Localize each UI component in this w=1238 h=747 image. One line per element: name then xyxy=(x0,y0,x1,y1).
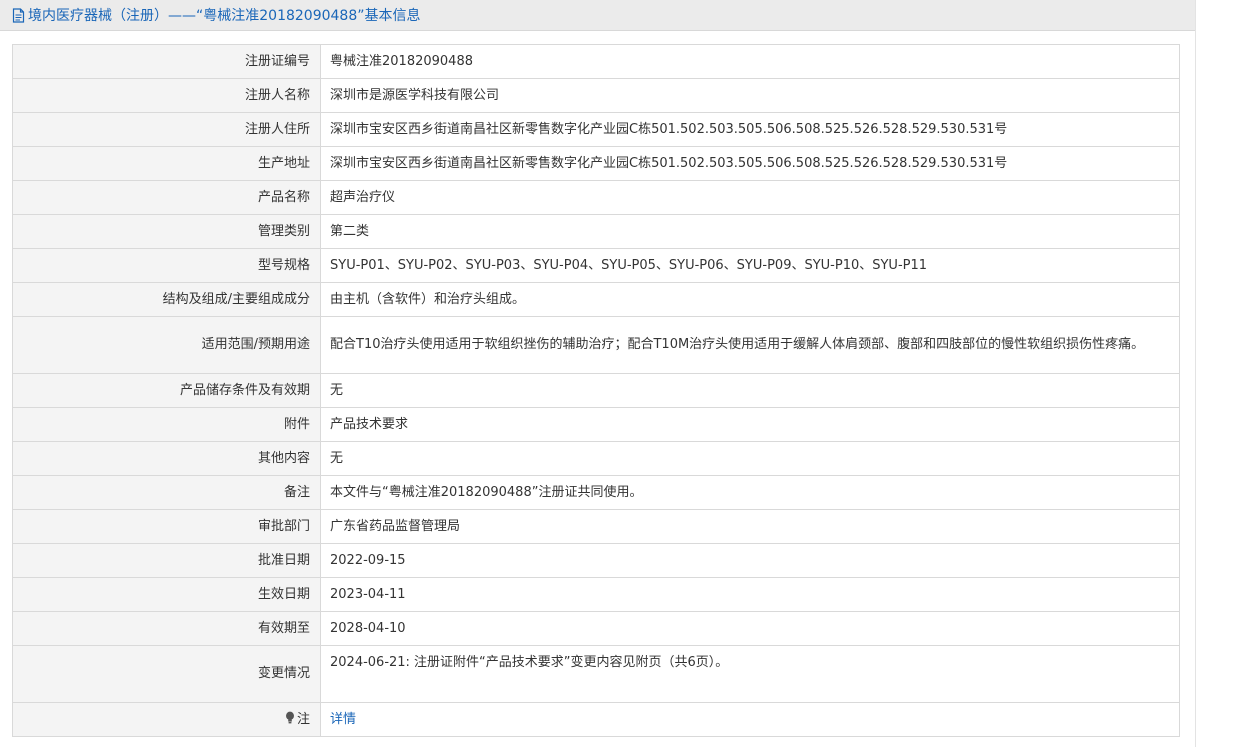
row-value: 产品技术要求 xyxy=(320,407,1180,442)
table-row: 批准日期 2022-09-15 xyxy=(12,543,1180,578)
table-row: 结构及组成/主要组成成分 由主机（含软件）和治疗头组成。 xyxy=(12,282,1180,317)
title-bar: 境内医疗器械（注册）——“粤械注准20182090488”基本信息 xyxy=(0,0,1195,31)
row-label: 管理类别 xyxy=(12,214,321,249)
row-label: 批准日期 xyxy=(12,543,321,578)
note-label-cell: 注 xyxy=(12,702,321,737)
table-row: 产品储存条件及有效期 无 xyxy=(12,373,1180,408)
table-row: 其他内容 无 xyxy=(12,441,1180,476)
row-label: 其他内容 xyxy=(12,441,321,476)
page: 境内医疗器械（注册）——“粤械注准20182090488”基本信息 注册证编号 … xyxy=(0,0,1238,747)
row-label: 生产地址 xyxy=(12,146,321,181)
row-value: 配合T10治疗头使用适用于软组织挫伤的辅助治疗；配合T10M治疗头使用适用于缓解… xyxy=(320,316,1180,374)
row-value: 2023-04-11 xyxy=(320,577,1180,612)
row-value: 2024-06-21: 注册证附件“产品技术要求”变更内容见附页（共6页）。 xyxy=(320,645,1180,703)
table-row: 注册证编号 粤械注准20182090488 xyxy=(12,44,1180,79)
table-row: 备注 本文件与“粤械注准20182090488”注册证共同使用。 xyxy=(12,475,1180,510)
note-value-cell: 详情 xyxy=(320,702,1180,737)
row-label: 注册人名称 xyxy=(12,78,321,113)
row-value: 深圳市宝安区西乡街道南昌社区新零售数字化产业园C栋501.502.503.505… xyxy=(320,112,1180,147)
table-row: 注册人名称 深圳市是源医学科技有限公司 xyxy=(12,78,1180,113)
row-label: 变更情况 xyxy=(12,645,321,703)
info-table: 注册证编号 粤械注准20182090488 注册人名称 深圳市是源医学科技有限公… xyxy=(12,44,1180,737)
row-label: 备注 xyxy=(12,475,321,510)
row-value: 第二类 xyxy=(320,214,1180,249)
details-link[interactable]: 详情 xyxy=(330,712,356,727)
table-row: 生效日期 2023-04-11 xyxy=(12,577,1180,612)
row-label: 附件 xyxy=(12,407,321,442)
table-row: 型号规格 SYU-P01、SYU-P02、SYU-P03、SYU-P04、SYU… xyxy=(12,248,1180,283)
row-label: 生效日期 xyxy=(12,577,321,612)
page-title: 境内医疗器械（注册）——“粤械注准20182090488”基本信息 xyxy=(28,8,421,24)
row-label: 结构及组成/主要组成成分 xyxy=(12,282,321,317)
table-row: 注册人住所 深圳市宝安区西乡街道南昌社区新零售数字化产业园C栋501.502.5… xyxy=(12,112,1180,147)
row-label: 注册证编号 xyxy=(12,44,321,79)
row-label: 有效期至 xyxy=(12,611,321,646)
table-row: 审批部门 广东省药品监督管理局 xyxy=(12,509,1180,544)
row-value: SYU-P01、SYU-P02、SYU-P03、SYU-P04、SYU-P05、… xyxy=(320,248,1180,283)
row-value: 粤械注准20182090488 xyxy=(320,44,1180,79)
row-value: 无 xyxy=(320,373,1180,408)
row-label: 型号规格 xyxy=(12,248,321,283)
table-row: 生产地址 深圳市宝安区西乡街道南昌社区新零售数字化产业园C栋501.502.50… xyxy=(12,146,1180,181)
row-value: 2022-09-15 xyxy=(320,543,1180,578)
table-row: 有效期至 2028-04-10 xyxy=(12,611,1180,646)
row-value: 深圳市宝安区西乡街道南昌社区新零售数字化产业园C栋501.502.503.505… xyxy=(320,146,1180,181)
note-label: 注 xyxy=(296,711,310,727)
row-value: 2028-04-10 xyxy=(320,611,1180,646)
row-value: 超声治疗仪 xyxy=(320,180,1180,215)
document-icon xyxy=(12,7,25,23)
note-row: 注 详情 xyxy=(12,702,1180,737)
row-value: 广东省药品监督管理局 xyxy=(320,509,1180,544)
row-label: 注册人住所 xyxy=(12,112,321,147)
table-row: 附件 产品技术要求 xyxy=(12,407,1180,442)
table-row: 适用范围/预期用途 配合T10治疗头使用适用于软组织挫伤的辅助治疗；配合T10M… xyxy=(12,316,1180,374)
row-label: 审批部门 xyxy=(12,509,321,544)
row-value: 本文件与“粤械注准20182090488”注册证共同使用。 xyxy=(320,475,1180,510)
bulb-icon xyxy=(285,711,294,723)
row-value: 无 xyxy=(320,441,1180,476)
row-label: 适用范围/预期用途 xyxy=(12,316,321,374)
row-value: 深圳市是源医学科技有限公司 xyxy=(320,78,1180,113)
table-row: 产品名称 超声治疗仪 xyxy=(12,180,1180,215)
row-label: 产品名称 xyxy=(12,180,321,215)
row-value: 由主机（含软件）和治疗头组成。 xyxy=(320,282,1180,317)
table-row: 变更情况 2024-06-21: 注册证附件“产品技术要求”变更内容见附页（共6… xyxy=(12,645,1180,703)
content-panel: 境内医疗器械（注册）——“粤械注准20182090488”基本信息 注册证编号 … xyxy=(0,0,1196,747)
row-label: 产品储存条件及有效期 xyxy=(12,373,321,408)
table-row: 管理类别 第二类 xyxy=(12,214,1180,249)
